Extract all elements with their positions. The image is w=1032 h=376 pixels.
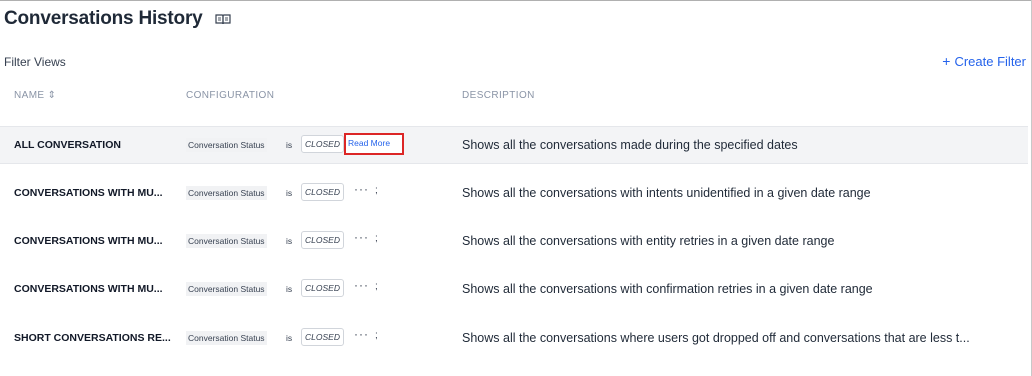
config-field: Conversation Status [186, 282, 267, 296]
config-value: CLOSED [301, 231, 344, 249]
filter-description: Shows all the conversations made during … [462, 138, 798, 152]
table-row[interactable]: CONVERSATIONS WITH MU... Conversation St… [0, 223, 1028, 259]
config-field: Conversation Status [186, 234, 267, 248]
filter-name: CONVERSATIONS WITH MU... [14, 187, 163, 199]
column-header-description: DESCRIPTION [462, 90, 535, 101]
config-field: Conversation Status [186, 138, 267, 152]
config-operator: is [286, 284, 293, 294]
config-operator: is [286, 140, 293, 150]
create-filter-button[interactable]: + Create Filter [942, 53, 1026, 69]
filter-name: CONVERSATIONS WITH MU... [14, 235, 163, 247]
config-value: CLOSED [301, 135, 344, 153]
create-filter-label: Create Filter [954, 54, 1026, 69]
table-row[interactable]: CONVERSATIONS WITH MU... Conversation St… [0, 271, 1028, 307]
filter-description: Shows all the conversations with confirm… [462, 282, 873, 296]
config-field: Conversation Status [186, 331, 267, 345]
filter-name: ALL CONVERSATION [14, 139, 121, 151]
table-row[interactable]: CONVERSATIONS WITH MU... Conversation St… [0, 175, 1028, 211]
more-conditions-icon[interactable]: ··· [354, 230, 369, 244]
condition-separator: ; [375, 233, 378, 244]
filter-description: Shows all the conversations where users … [462, 331, 970, 345]
more-conditions-icon[interactable]: ··· [354, 182, 369, 196]
config-operator: is [286, 333, 293, 343]
condition-separator: ; [375, 330, 378, 341]
top-border [0, 0, 1032, 1]
config-operator: is [286, 236, 293, 246]
column-header-configuration: CONFIGURATION [186, 90, 275, 101]
page-header: Conversations History [4, 8, 231, 30]
plus-icon: + [942, 53, 951, 69]
more-conditions-icon[interactable]: ··· [354, 327, 369, 341]
filter-name: CONVERSATIONS WITH MU... [14, 283, 163, 295]
config-value: CLOSED [301, 279, 344, 297]
filter-description: Shows all the conversations with intents… [462, 186, 871, 200]
book-icon[interactable] [214, 13, 231, 26]
config-value: CLOSED [301, 183, 344, 201]
read-more-link[interactable]: Read More [344, 133, 405, 155]
table-row[interactable]: SHORT CONVERSATIONS RE... Conversation S… [0, 320, 1028, 356]
config-value: CLOSED [301, 328, 344, 346]
config-field: Conversation Status [186, 186, 267, 200]
config-operator: is [286, 188, 293, 198]
column-header-name[interactable]: NAME ⇕ [14, 90, 56, 101]
condition-separator: ; [375, 281, 378, 292]
filter-views-label: Filter Views [4, 55, 66, 69]
more-conditions-icon[interactable]: ··· [354, 278, 369, 292]
table-row[interactable]: ALL CONVERSATION Conversation Status is … [0, 126, 1028, 164]
page-title: Conversations History [4, 8, 203, 29]
filter-name: SHORT CONVERSATIONS RE... [14, 332, 171, 344]
filter-description: Shows all the conversations with entity … [462, 234, 835, 248]
condition-separator: ; [375, 185, 378, 196]
